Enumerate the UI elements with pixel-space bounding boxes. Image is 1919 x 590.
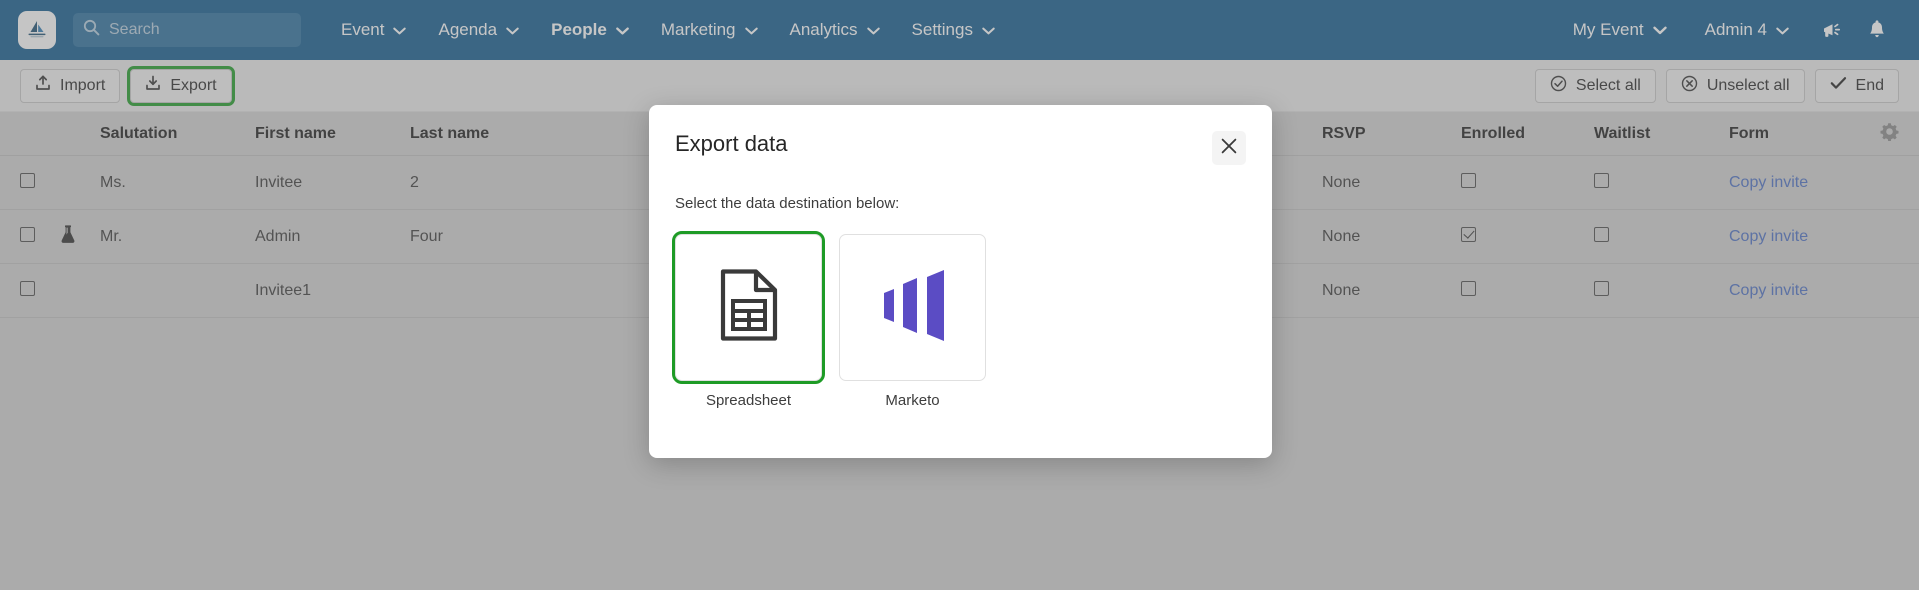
close-icon	[1220, 137, 1238, 160]
spreadsheet-icon	[718, 268, 780, 347]
modal-subtitle: Select the data destination below:	[675, 195, 900, 212]
spreadsheet-label: Spreadsheet	[705, 392, 792, 409]
export-data-modal: Export data Select the data destination …	[649, 105, 1272, 458]
modal-title: Export data	[675, 131, 788, 156]
marketo-logo-icon	[877, 267, 949, 348]
destination-options: Spreadsheet Marketo	[672, 231, 1246, 409]
option-marketo[interactable]: Marketo	[839, 234, 986, 409]
app-root: Event Agenda People Marketing	[0, 0, 1919, 590]
spreadsheet-card[interactable]	[672, 231, 825, 384]
close-button[interactable]	[1212, 131, 1246, 165]
modal-header: Export data	[675, 131, 1246, 165]
marketo-card[interactable]	[839, 234, 986, 381]
option-spreadsheet[interactable]: Spreadsheet	[672, 231, 825, 409]
marketo-label: Marketo	[885, 392, 940, 409]
